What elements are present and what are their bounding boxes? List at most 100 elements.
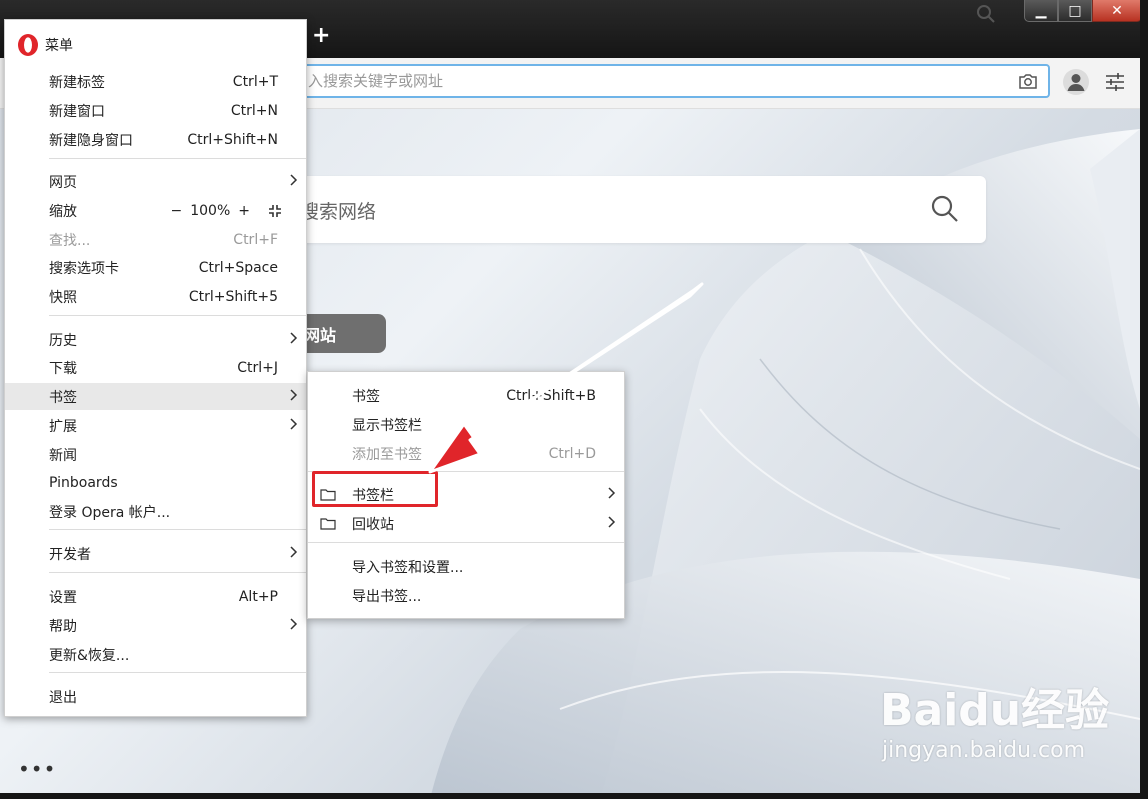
menu-item-label: 网页 <box>49 174 77 191</box>
close-button[interactable]: ✕ <box>1092 0 1142 22</box>
menu-item-label: 更新&恢复... <box>49 647 130 664</box>
menu-item-search-tabs[interactable]: 搜索选项卡 Ctrl+Space <box>5 254 306 281</box>
add-site-label: 网站 <box>304 325 337 345</box>
search-icon[interactable] <box>930 194 960 224</box>
menu-item-label: 新闻 <box>49 447 77 464</box>
menu-item-label: 下载 <box>49 360 77 377</box>
maximize-icon: □ <box>1068 2 1082 19</box>
menu-item-downloads[interactable]: 下载 Ctrl+J <box>5 354 306 381</box>
zoom-out-button[interactable]: − <box>171 203 183 219</box>
menu-item-history[interactable]: 历史 <box>5 326 306 353</box>
submenu-item-trash-folder[interactable]: 回收站 <box>308 510 624 537</box>
menu-item-label: Pinboards <box>49 474 118 491</box>
menu-item-label: 新建窗口 <box>49 103 105 120</box>
menu-item-new-window[interactable]: 新建窗口 Ctrl+N <box>5 97 306 124</box>
menu-item-help[interactable]: 帮助 <box>5 612 306 639</box>
submenu-item-label: 导入书签和设置... <box>352 559 464 576</box>
menu-item-label: 新建隐身窗口 <box>49 132 133 149</box>
browser-window: + ▁ □ ✕ 入搜索关键字或网址 搜索网络 网站 ••• 菜单 新建标签 Ct… <box>0 0 1148 799</box>
zoom-controls: − 100% + <box>171 203 283 219</box>
submenu-item-label: 显示书签栏 <box>352 417 422 434</box>
menu-header: 菜单 <box>17 33 73 57</box>
maximize-button[interactable]: □ <box>1058 0 1092 22</box>
menu-separator <box>49 529 306 530</box>
menu-item-settings[interactable]: 设置 Alt+P <box>5 583 306 610</box>
chevron-right-icon <box>608 516 616 528</box>
chevron-right-icon <box>290 389 298 401</box>
profile-icon[interactable] <box>1062 68 1090 96</box>
menu-item-new-private-window[interactable]: 新建隐身窗口 Ctrl+Shift+N <box>5 126 306 153</box>
fullscreen-icon[interactable] <box>268 204 282 218</box>
menu-item-page[interactable]: 网页 <box>5 168 306 195</box>
menu-item-label: 设置 <box>49 589 77 606</box>
menu-item-shortcut: Ctrl+T <box>232 73 278 90</box>
menu-item-label: 开发者 <box>49 546 91 563</box>
submenu-item-shortcut: Ctrl+Shift+B <box>506 387 596 404</box>
menu-item-label: 扩展 <box>49 418 77 435</box>
menu-title: 菜单 <box>45 38 73 54</box>
menu-item-new-tab[interactable]: 新建标签 Ctrl+T <box>5 68 306 95</box>
window-frame-bottom <box>0 793 1148 799</box>
menu-item-pinboards[interactable]: Pinboards <box>5 469 306 496</box>
camera-icon[interactable] <box>1018 72 1038 90</box>
chevron-right-icon <box>290 332 298 344</box>
tab-search-icon[interactable] <box>976 4 996 24</box>
window-controls: ▁ □ ✕ <box>1024 0 1142 22</box>
menu-separator <box>49 315 306 316</box>
submenu-item-import[interactable]: 导入书签和设置... <box>308 553 624 580</box>
menu-item-shortcut: Ctrl+Shift+5 <box>188 288 278 305</box>
submenu-item-bookmarks[interactable]: 书签 Ctrl+Shift+B <box>308 382 624 409</box>
submenu-item-label: 添加至书签 <box>352 446 422 463</box>
menu-item-label: 登录 Opera 帐户... <box>49 504 171 521</box>
submenu-item-export[interactable]: 导出书签... <box>308 582 624 609</box>
submenu-item-shortcut: Ctrl+D <box>548 445 596 462</box>
chevron-right-icon <box>290 546 298 558</box>
menu-item-news[interactable]: 新闻 <box>5 441 306 468</box>
sidebar-more-button[interactable]: ••• <box>18 757 56 781</box>
chevron-right-icon <box>290 618 298 630</box>
submenu-separator <box>308 542 624 543</box>
menu-item-shortcut: Ctrl+Shift+N <box>187 131 278 148</box>
submenu-item-add-bookmark[interactable]: 添加至书签 Ctrl+D <box>308 440 624 467</box>
menu-item-exit[interactable]: 退出 <box>5 683 306 710</box>
speed-dial-search-box[interactable]: 搜索网络 <box>290 176 986 243</box>
menu-separator <box>49 672 306 673</box>
menu-item-shortcut: Ctrl+F <box>233 231 278 248</box>
easy-setup-icon[interactable] <box>1104 72 1126 92</box>
minimize-icon: ▁ <box>1035 2 1047 19</box>
submenu-item-label: 回收站 <box>352 516 394 533</box>
zoom-in-button[interactable]: + <box>238 203 250 219</box>
menu-item-sign-in[interactable]: 登录 Opera 帐户... <box>5 498 306 525</box>
menu-item-label: 书签 <box>49 389 77 406</box>
baidu-jingyan-watermark: Baidu经验 jingyan.baidu.com <box>880 674 1109 774</box>
menu-item-update-recovery[interactable]: 更新&恢复... <box>5 641 306 668</box>
minimize-button[interactable]: ▁ <box>1024 0 1058 22</box>
window-frame-right <box>1140 0 1148 799</box>
chevron-right-icon <box>290 418 298 430</box>
close-icon: ✕ <box>1111 2 1123 19</box>
menu-item-shortcut: Ctrl+N <box>230 102 278 119</box>
menu-item-developer[interactable]: 开发者 <box>5 540 306 567</box>
menu-item-label: 历史 <box>49 332 77 349</box>
new-tab-button[interactable]: + <box>312 25 330 47</box>
zoom-level: 100% <box>190 202 231 219</box>
address-input[interactable] <box>298 66 988 96</box>
menu-item-find[interactable]: 查找... Ctrl+F <box>5 226 306 253</box>
menu-item-label: 快照 <box>49 289 77 306</box>
menu-separator <box>49 158 306 159</box>
menu-item-zoom: 缩放 − 100% + <box>5 197 306 224</box>
chevron-right-icon <box>290 174 298 186</box>
annotation-highlight-box <box>312 471 438 507</box>
address-bar[interactable] <box>296 64 1050 98</box>
menu-item-shortcut: Alt+P <box>238 588 278 605</box>
opera-logo-icon <box>18 34 38 56</box>
menu-item-label: 查找... <box>49 232 91 249</box>
menu-item-label: 新建标签 <box>49 74 105 91</box>
menu-item-extensions[interactable]: 扩展 <box>5 412 306 439</box>
menu-item-snapshot[interactable]: 快照 Ctrl+Shift+5 <box>5 283 306 310</box>
menu-item-bookmarks[interactable]: 书签 <box>5 383 306 410</box>
submenu-item-show-bookmarks-bar[interactable]: 显示书签栏 <box>308 411 624 438</box>
submenu-item-label: 导出书签... <box>352 588 422 605</box>
submenu-item-label: 书签 <box>352 388 380 405</box>
menu-item-label: 退出 <box>49 689 77 706</box>
